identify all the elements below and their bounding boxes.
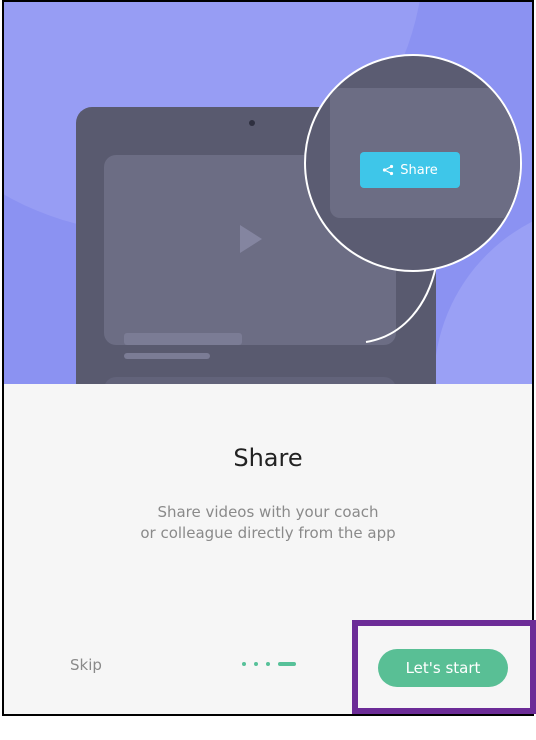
share-button-label: Share bbox=[400, 162, 438, 178]
page-dot bbox=[254, 662, 258, 666]
page-dot bbox=[242, 662, 246, 666]
connector-line bbox=[365, 265, 437, 343]
camera-dot bbox=[249, 120, 255, 126]
play-icon bbox=[240, 225, 262, 253]
placeholder-bar bbox=[124, 333, 242, 345]
page-dot-active bbox=[278, 662, 296, 666]
page-dot bbox=[266, 662, 270, 666]
description-line: or colleague directly from the app bbox=[140, 524, 396, 542]
description-line: Share videos with your coach bbox=[157, 503, 379, 521]
hero-illustration: Share bbox=[4, 2, 532, 384]
magnifier-circle: Share bbox=[304, 54, 522, 272]
page-title: Share bbox=[233, 444, 303, 472]
onboarding-screen: Share Share Share videos with your coach… bbox=[2, 0, 534, 716]
share-icon bbox=[383, 164, 394, 176]
skip-button[interactable]: Skip bbox=[70, 656, 102, 674]
description: Share videos with your coach or colleagu… bbox=[4, 502, 532, 544]
placeholder-bar bbox=[124, 353, 210, 359]
share-button-illustration: Share bbox=[360, 152, 460, 188]
second-panel bbox=[104, 377, 396, 384]
page-indicator bbox=[242, 662, 296, 666]
lets-start-button[interactable]: Let's start bbox=[378, 649, 508, 687]
